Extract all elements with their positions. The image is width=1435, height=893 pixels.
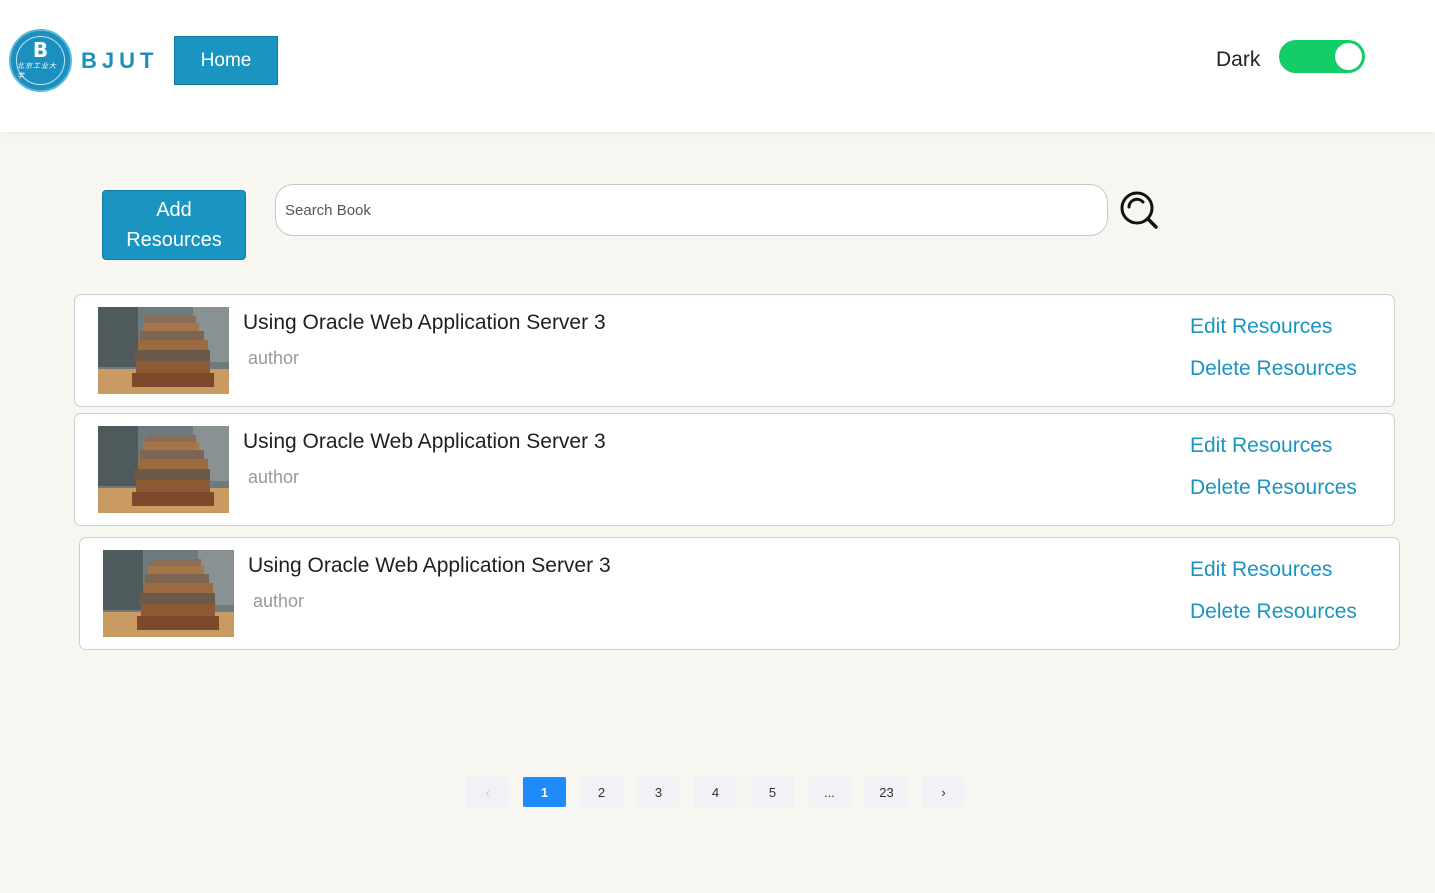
resource-card: Using Oracle Web Application Server 3 au… bbox=[79, 537, 1400, 650]
search-book-input[interactable] bbox=[275, 184, 1108, 236]
logo-subtitle: 北京工业大学 bbox=[17, 62, 57, 80]
add-resources-label-line1: Add bbox=[156, 199, 192, 221]
bjut-logo-icon[interactable]: B 北京工业大学 bbox=[9, 29, 72, 92]
add-resources-label-line2: Resources bbox=[126, 229, 222, 251]
delete-resources-link[interactable]: Delete Resources bbox=[1190, 600, 1357, 624]
edit-resources-link[interactable]: Edit Resources bbox=[1190, 315, 1332, 339]
resource-author: author bbox=[248, 348, 300, 368]
book-cover-image bbox=[98, 307, 229, 394]
page-23-button[interactable]: 23 bbox=[865, 777, 908, 807]
resource-title[interactable]: Using Oracle Web Application Server 3 bbox=[243, 311, 606, 335]
page-2-button[interactable]: 2 bbox=[580, 777, 623, 807]
logo-mark: B bbox=[32, 37, 49, 62]
add-resources-button[interactable]: Add Resources bbox=[102, 190, 246, 260]
resource-title[interactable]: Using Oracle Web Application Server 3 bbox=[243, 430, 606, 454]
search-icon[interactable] bbox=[1119, 190, 1159, 230]
resource-card: Using Oracle Web Application Server 3 au… bbox=[74, 294, 1395, 407]
delete-resources-link[interactable]: Delete Resources bbox=[1190, 476, 1357, 500]
edit-resources-link[interactable]: Edit Resources bbox=[1190, 434, 1332, 458]
resource-author: author bbox=[248, 467, 300, 487]
dark-mode-toggle[interactable] bbox=[1279, 40, 1365, 73]
delete-resources-link[interactable]: Delete Resources bbox=[1190, 357, 1357, 381]
more-pages-button[interactable]: ... bbox=[808, 777, 851, 807]
prev-page-button[interactable]: ‹ bbox=[466, 777, 509, 807]
next-page-button[interactable]: › bbox=[922, 777, 965, 807]
toggle-knob bbox=[1335, 43, 1362, 70]
page-3-button[interactable]: 3 bbox=[637, 777, 680, 807]
edit-resources-link[interactable]: Edit Resources bbox=[1190, 558, 1332, 582]
book-cover-image bbox=[98, 426, 229, 513]
page-5-button[interactable]: 5 bbox=[751, 777, 794, 807]
resource-title[interactable]: Using Oracle Web Application Server 3 bbox=[248, 554, 611, 578]
theme-label: Dark bbox=[1216, 48, 1261, 71]
home-button[interactable]: Home bbox=[174, 36, 278, 85]
book-cover-image bbox=[103, 550, 234, 637]
brand-name[interactable]: BJUT bbox=[81, 48, 158, 74]
resource-card: Using Oracle Web Application Server 3 au… bbox=[74, 413, 1395, 526]
resource-author: author bbox=[253, 591, 305, 611]
logo-emblem: B 北京工业大学 bbox=[16, 36, 65, 85]
pagination: ‹ 1 2 3 4 5 ... 23 › bbox=[466, 777, 965, 807]
top-navbar: B 北京工业大学 BJUT Home Dark bbox=[0, 0, 1435, 132]
page-4-button[interactable]: 4 bbox=[694, 777, 737, 807]
page-1-button[interactable]: 1 bbox=[523, 777, 566, 807]
